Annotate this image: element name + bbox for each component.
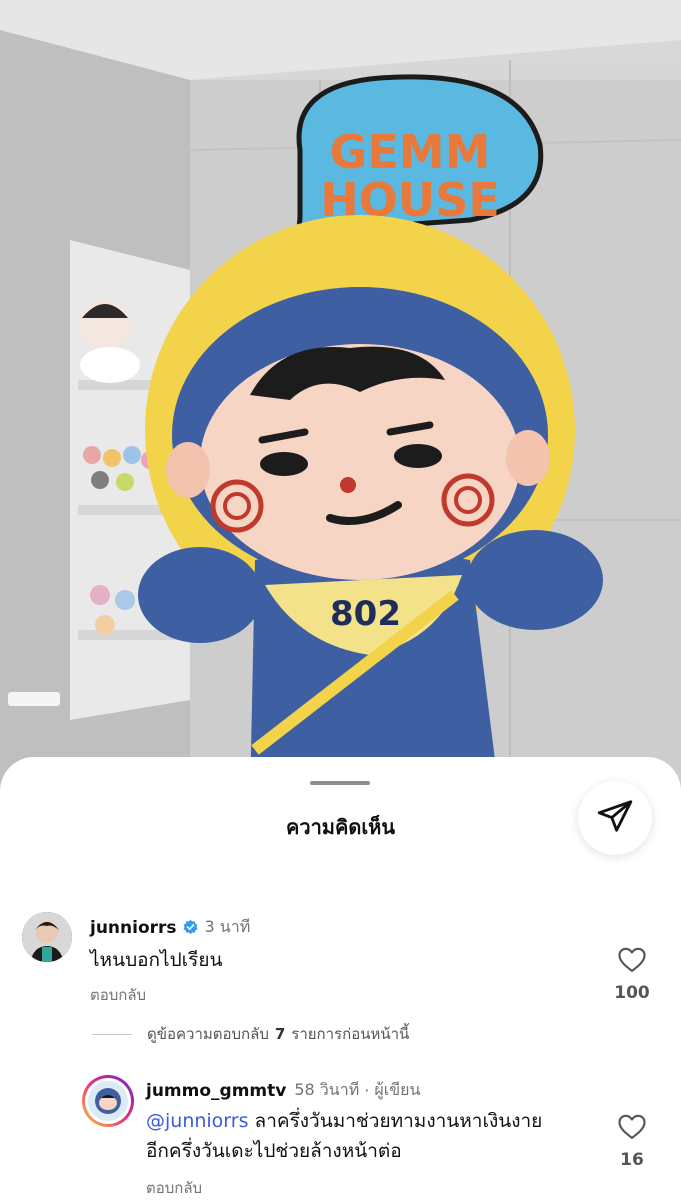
comment-username[interactable]: junniorrs xyxy=(90,918,177,938)
comment-text-line2: อีกครึ่งวันเดะไปช่วยล้างหน้าต่อ xyxy=(146,1140,402,1162)
share-button[interactable] xyxy=(578,781,652,855)
reply-button[interactable]: ตอบกลับ xyxy=(90,983,146,1007)
view-replies-prefix: ดูข้อความตอบกลับ xyxy=(147,1025,269,1043)
heart-outline-icon xyxy=(617,945,647,977)
comment-text: ไหนบอกไปเรียน xyxy=(90,949,223,971)
comment-time: 58 วินาที xyxy=(294,1080,360,1099)
meta-separator: · xyxy=(364,1081,370,1100)
like-count: 16 xyxy=(620,1150,644,1170)
comment-text-line1: ลาครึ่งวันมาช่วยทามงานหาเงินงาย xyxy=(254,1110,543,1132)
post-photo: GEMM HOUSE 802 xyxy=(0,0,681,800)
like-button[interactable]: 16 xyxy=(602,1112,662,1170)
view-replies-suffix: รายการก่อนหน้านี้ xyxy=(291,1025,410,1043)
comment-item: junniorrs 3 นาที ไหนบอกไปเรียน ตอบกลับ 1… xyxy=(0,907,681,1017)
bib-number: 802 xyxy=(330,594,401,634)
reply-button[interactable]: ตอบกลับ xyxy=(146,1176,202,1200)
view-replies-count: 7 xyxy=(274,1025,286,1043)
view-previous-replies[interactable]: ดูข้อความตอบกลับ 7 รายการก่อนหน้านี้ xyxy=(92,1022,409,1046)
comment-item: jummo_gmmtv 58 วินาที · ผู้เขียน @junnio… xyxy=(0,1072,681,1197)
comment-text: @junniorrs ลาครึ่งวันมาช่วยทามงานหาเงินง… xyxy=(146,1106,576,1166)
like-count: 100 xyxy=(614,983,650,1003)
paper-plane-icon xyxy=(596,797,634,839)
sheet-grabber[interactable] xyxy=(310,781,370,785)
comment-username[interactable]: jummo_gmmtv xyxy=(146,1081,286,1101)
verified-badge-icon xyxy=(182,919,199,936)
divider-line xyxy=(92,1033,132,1035)
like-button[interactable]: 100 xyxy=(602,945,662,1003)
avatar[interactable] xyxy=(22,912,72,962)
mention-link[interactable]: @junniorrs xyxy=(146,1110,249,1132)
comment-time: 3 นาที xyxy=(204,917,251,936)
heart-outline-icon xyxy=(617,1112,647,1144)
comments-sheet: ความคิดเห็น junniorrs 3 นาที ไหนบอกไปเรี… xyxy=(0,757,681,1200)
sign-line1: GEMM xyxy=(330,125,491,179)
avatar[interactable] xyxy=(82,1075,134,1127)
author-tag: ผู้เขียน xyxy=(374,1080,421,1099)
photo-scene: GEMM HOUSE 802 xyxy=(0,0,681,800)
